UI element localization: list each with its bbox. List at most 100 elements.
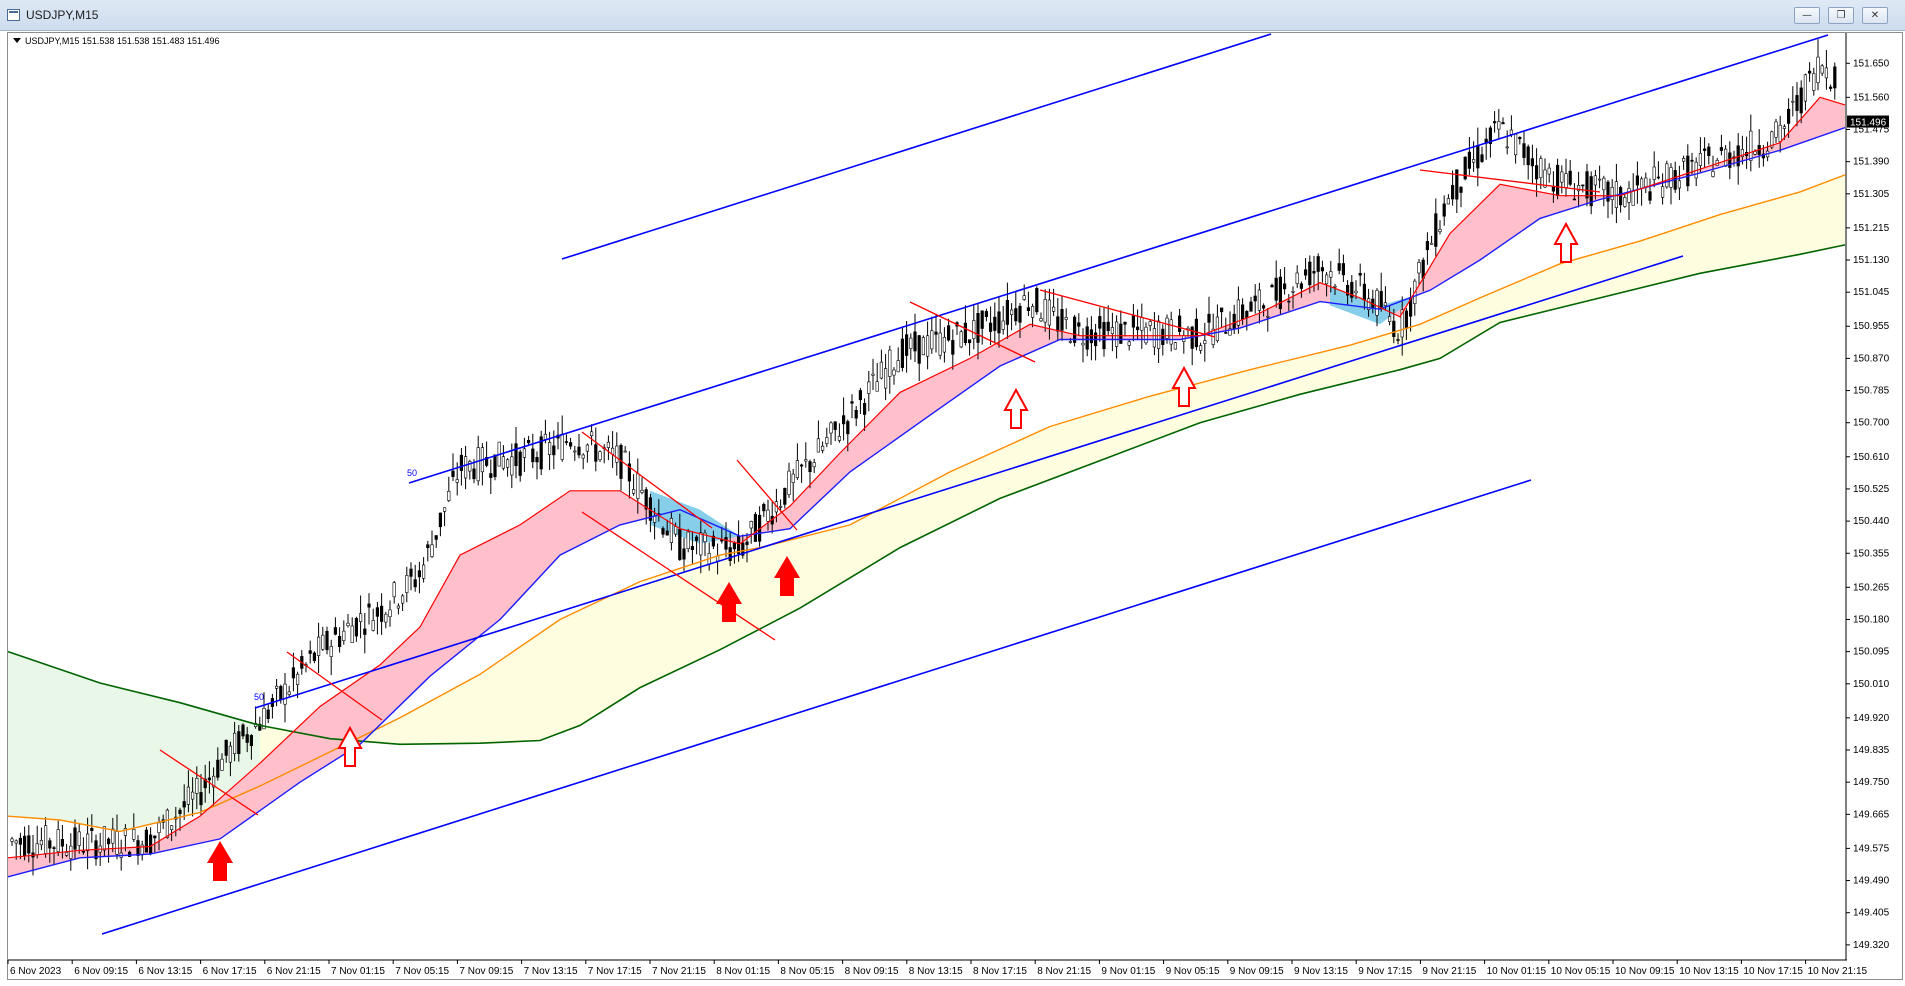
candle-body	[762, 503, 766, 512]
candle-body	[829, 422, 833, 434]
candle-body	[451, 470, 455, 477]
candle-body	[207, 777, 212, 781]
price-tick-label: 149.750	[1853, 777, 1890, 788]
candle-body	[1308, 261, 1312, 286]
candle-body	[1278, 276, 1282, 310]
candle-body	[316, 636, 321, 656]
candle-body	[178, 809, 182, 814]
candle-body	[379, 605, 384, 622]
candle-body	[1383, 302, 1387, 306]
candle-body	[1526, 146, 1530, 166]
candle-body	[1451, 185, 1455, 200]
candle-body	[325, 630, 329, 651]
candle-body	[795, 460, 799, 479]
candle-body	[384, 613, 388, 623]
candle-body	[1081, 342, 1085, 346]
candle-body	[1724, 148, 1728, 167]
candle-body	[186, 786, 191, 805]
candle-body	[1808, 70, 1812, 74]
candle-body	[841, 415, 846, 425]
candle-body	[463, 456, 468, 479]
price-tick-label: 149.835	[1853, 745, 1890, 756]
candle-body	[1610, 187, 1614, 201]
candle-body	[413, 579, 417, 588]
candle-body	[90, 827, 94, 831]
time-tick-label: 7 Nov 05:15	[395, 966, 449, 977]
time-tick-label: 9 Nov 13:15	[1294, 966, 1348, 977]
candle-body	[1812, 73, 1816, 91]
candle-body	[1572, 198, 1576, 201]
candle-body	[476, 447, 480, 482]
candle-body	[1266, 315, 1270, 318]
price-tick-label: 150.525	[1853, 484, 1890, 495]
candle-body	[1274, 277, 1278, 301]
signal-arrow-icon	[1003, 387, 1029, 429]
candle-body	[1778, 124, 1782, 142]
candle-body	[501, 456, 506, 469]
price-tick-label: 150.355	[1853, 548, 1890, 559]
candle-body	[1606, 181, 1610, 202]
time-tick-label: 10 Nov 13:15	[1679, 966, 1739, 977]
candle-body	[1257, 289, 1261, 311]
candle-body	[581, 454, 585, 459]
candle-body	[946, 325, 951, 341]
candle-body	[1472, 159, 1476, 163]
candle-body	[375, 607, 380, 617]
candle-body	[182, 801, 186, 808]
candle-body	[1106, 321, 1110, 332]
price-chart[interactable]: 5050 151.650151.560151.475151.390151.305…	[0, 0, 1905, 986]
time-tick-label: 7 Nov 09:15	[459, 966, 513, 977]
candle-body	[191, 791, 195, 800]
candle-body	[1115, 321, 1119, 347]
candle-body	[39, 839, 43, 846]
candle-body	[972, 320, 976, 339]
collapse-arrow-icon[interactable]	[13, 38, 21, 43]
candle-body	[594, 444, 598, 462]
price-tick-label: 150.785	[1853, 386, 1890, 397]
candle-body	[934, 331, 938, 335]
candle-body	[195, 777, 199, 794]
drawings: 50 50	[101, 33, 1829, 935]
price-tick-label: 150.610	[1853, 452, 1890, 463]
candle-body	[1320, 267, 1324, 272]
candle-body	[136, 840, 140, 856]
candle-body	[925, 335, 930, 357]
price-axis: 151.650151.560151.475151.390151.305151.2…	[1845, 33, 1890, 960]
candle-body	[988, 322, 993, 332]
candle-body	[1295, 272, 1299, 284]
candle-body	[1161, 328, 1165, 346]
candle-body	[1052, 306, 1056, 312]
candle-body	[930, 330, 934, 350]
price-tick-label: 151.215	[1853, 223, 1890, 234]
price-tick-label: 150.700	[1853, 418, 1890, 429]
candle-body	[1824, 67, 1828, 79]
candle-body	[102, 826, 106, 851]
candle-body	[1009, 309, 1014, 315]
candle-body	[1425, 241, 1429, 251]
price-tick-label: 151.390	[1853, 157, 1890, 168]
signal-arrow-icon	[1553, 221, 1579, 263]
candle-body	[77, 831, 81, 846]
time-tick-label: 8 Nov 17:15	[973, 966, 1027, 977]
candle-body	[1152, 328, 1156, 348]
time-tick-label: 7 Nov 13:15	[524, 966, 578, 977]
candle-body	[1753, 151, 1757, 155]
candle-body	[993, 316, 997, 331]
candle-body	[883, 368, 888, 389]
candle-body	[1316, 256, 1320, 272]
candle-body	[308, 650, 312, 654]
candle-body	[1064, 316, 1068, 320]
time-tick-label: 7 Nov 01:15	[331, 966, 385, 977]
candle-body	[434, 535, 438, 540]
candle-body	[510, 456, 514, 476]
candle-body	[682, 548, 686, 560]
candle-body	[342, 630, 346, 641]
candle-body	[673, 526, 678, 535]
candle-body	[909, 337, 913, 349]
candle-body	[732, 542, 736, 550]
candle-body	[426, 544, 430, 549]
symbol-info[interactable]: USDJPY,M15 151.538 151.538 151.483 151.4…	[13, 36, 220, 46]
candle-body	[1392, 320, 1396, 338]
candle-body	[1446, 198, 1450, 205]
candle-body	[438, 512, 443, 528]
